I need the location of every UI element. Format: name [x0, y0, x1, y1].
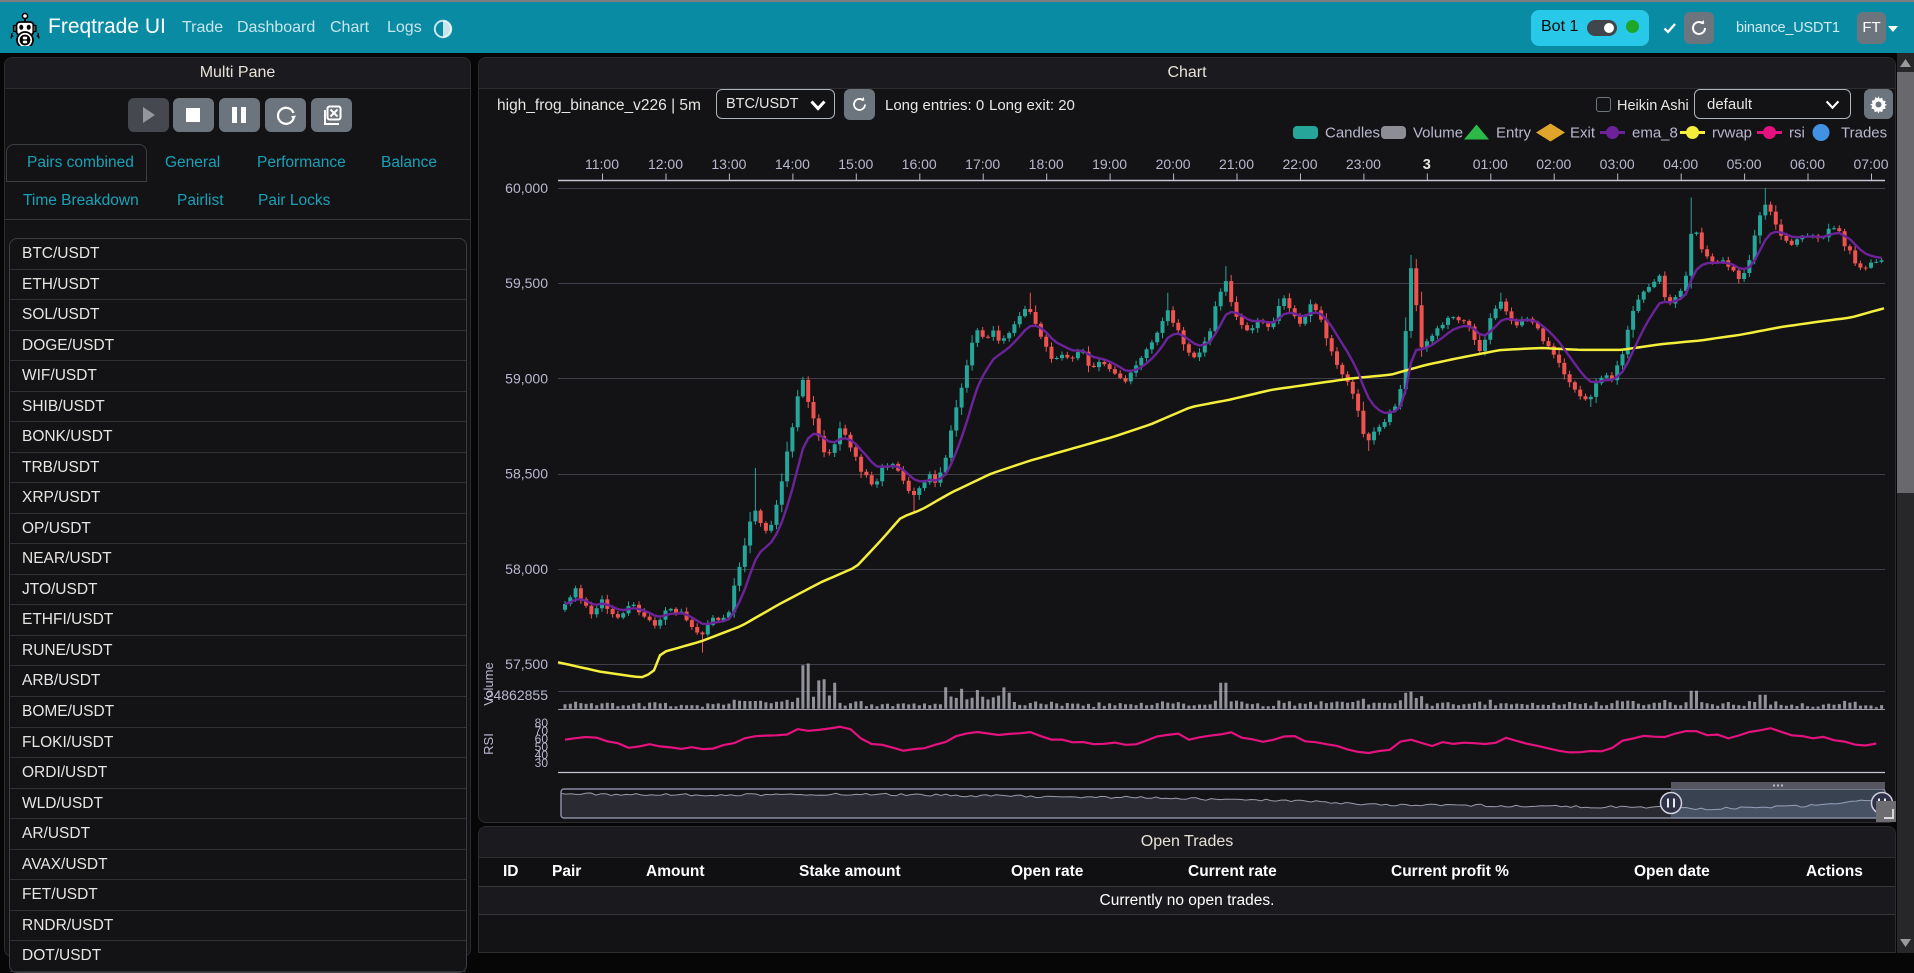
svg-text:07:00: 07:00 [1853, 156, 1888, 172]
svg-text:3: 3 [1423, 157, 1431, 173]
svg-text:18:00: 18:00 [1029, 156, 1064, 172]
svg-text:57,500: 57,500 [505, 656, 548, 672]
svg-text:RSI: RSI [481, 733, 496, 755]
svg-text:Volume: Volume [1413, 125, 1463, 142]
svg-text:15:00: 15:00 [838, 156, 873, 172]
svg-text:59,000: 59,000 [505, 371, 548, 387]
svg-text:05:00: 05:00 [1727, 156, 1762, 172]
svg-text:03:00: 03:00 [1600, 156, 1635, 172]
svg-text:Trades: Trades [1841, 125, 1887, 142]
svg-text:01:00: 01:00 [1473, 156, 1508, 172]
svg-text:60,000: 60,000 [505, 180, 548, 196]
svg-text:02:00: 02:00 [1536, 156, 1571, 172]
svg-text:Candles: Candles [1325, 125, 1380, 142]
svg-text:Exit: Exit [1570, 125, 1596, 142]
svg-text:17:00: 17:00 [965, 156, 1000, 172]
svg-text:13:00: 13:00 [711, 156, 746, 172]
svg-text:58,000: 58,000 [505, 561, 548, 577]
svg-text:19:00: 19:00 [1092, 156, 1127, 172]
svg-text:ema_8: ema_8 [1632, 125, 1678, 142]
svg-text:11:00: 11:00 [585, 156, 619, 172]
svg-text:Volume: Volume [481, 662, 496, 705]
svg-text:rvwap: rvwap [1712, 125, 1752, 142]
svg-text:06:00: 06:00 [1790, 156, 1825, 172]
svg-text:Entry: Entry [1496, 125, 1532, 142]
svg-text:rsi: rsi [1789, 125, 1805, 142]
svg-text:59,500: 59,500 [505, 275, 548, 291]
svg-text:20:00: 20:00 [1156, 156, 1191, 172]
svg-text:16:00: 16:00 [902, 156, 937, 172]
svg-text:58,500: 58,500 [505, 466, 548, 482]
svg-text:23:00: 23:00 [1346, 156, 1381, 172]
svg-text:22:00: 22:00 [1282, 156, 1317, 172]
svg-text:04:00: 04:00 [1663, 156, 1698, 172]
svg-text:30: 30 [535, 756, 549, 770]
svg-text:14:00: 14:00 [775, 156, 810, 172]
svg-text:21:00: 21:00 [1219, 156, 1254, 172]
svg-text:12:00: 12:00 [648, 156, 683, 172]
